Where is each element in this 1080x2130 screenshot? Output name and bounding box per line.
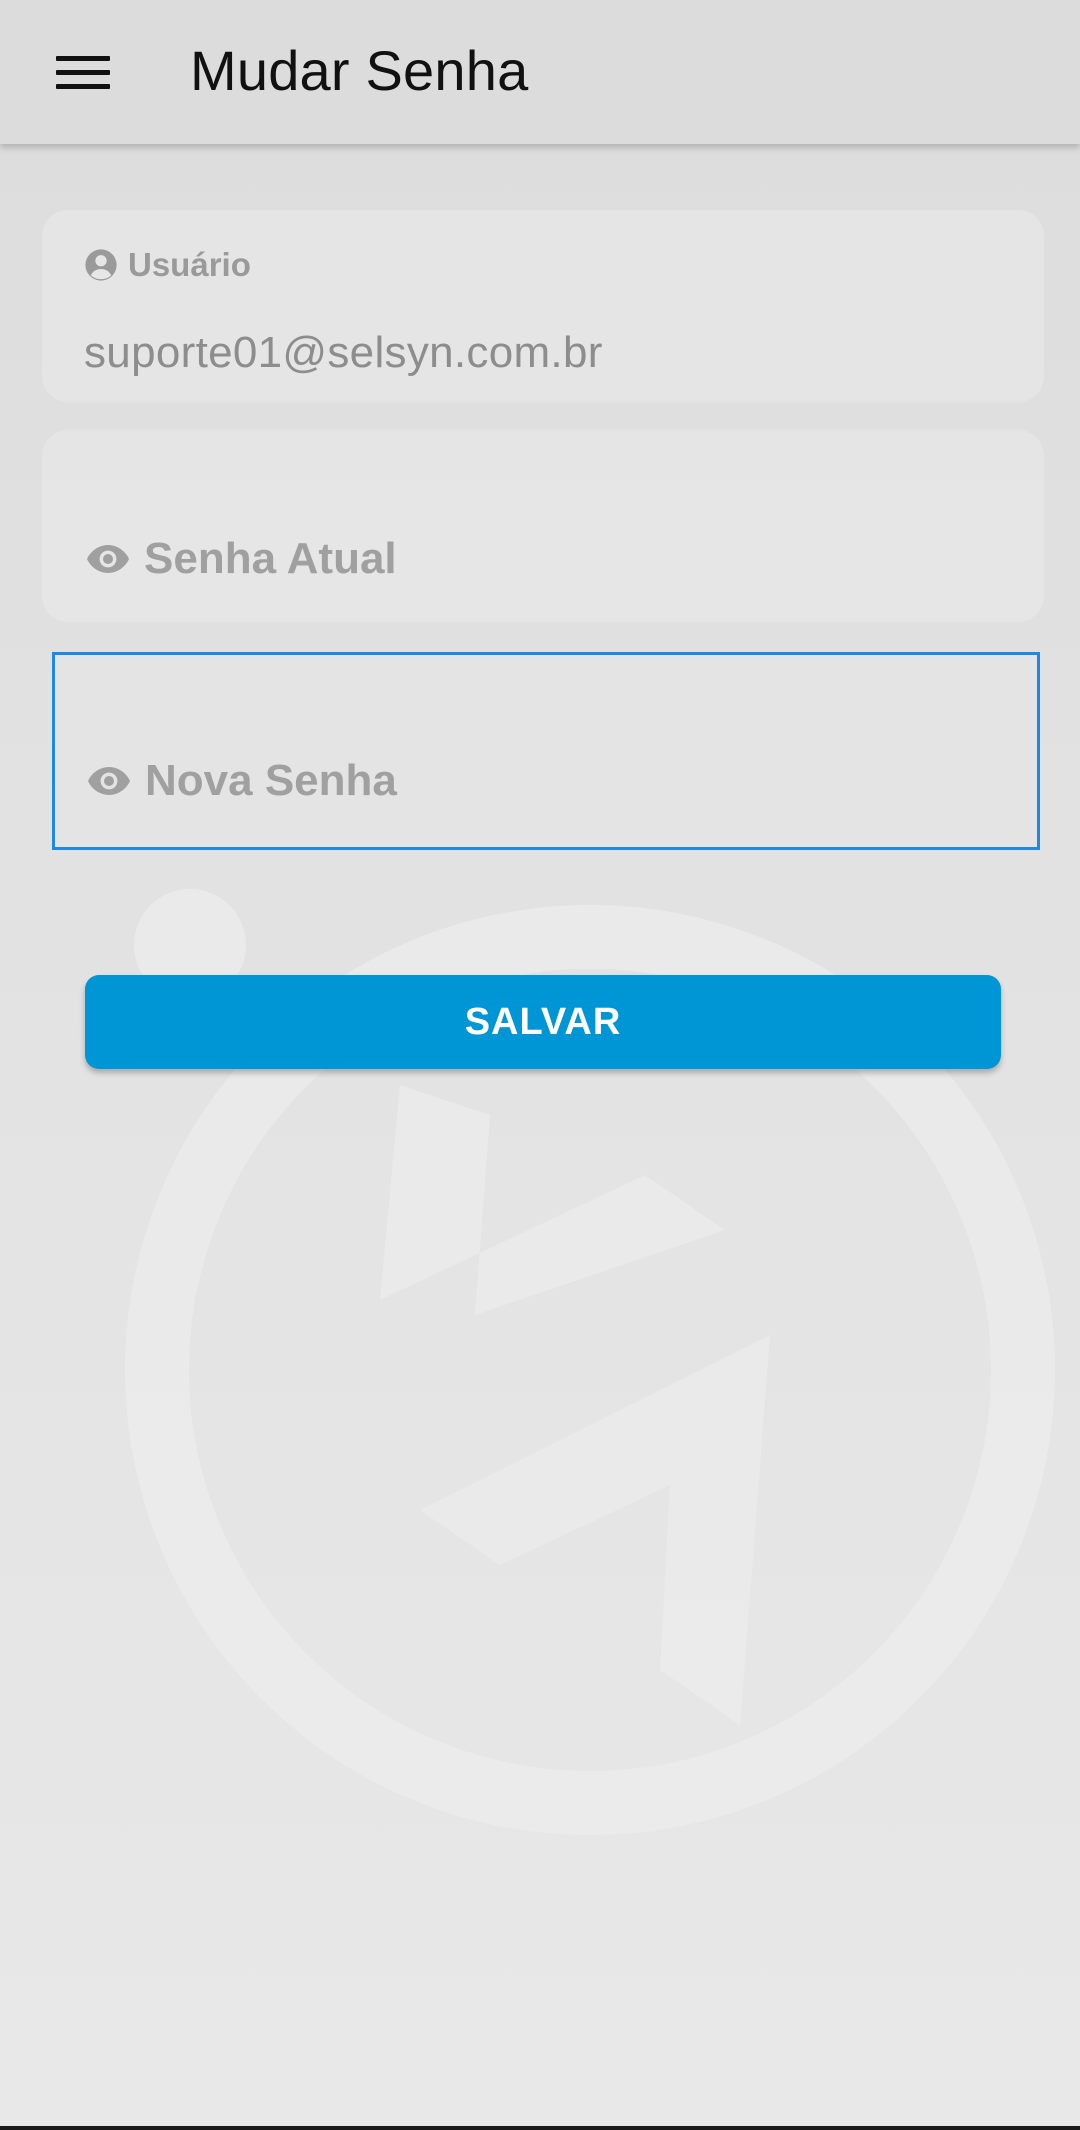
page-title: Mudar Senha — [190, 39, 529, 102]
current-password-placeholder-text: Senha Atual — [144, 534, 397, 583]
save-button[interactable]: SALVAR — [85, 975, 1001, 1069]
new-password-placeholder-text: Nova Senha — [145, 756, 397, 805]
new-password-placeholder: Nova Senha — [85, 756, 397, 806]
current-password-placeholder: Senha Atual — [84, 534, 397, 584]
hamburger-menu-icon[interactable] — [44, 44, 124, 100]
user-circle-icon — [85, 249, 117, 281]
user-email-value: suporte01@selsyn.com.br — [84, 328, 603, 377]
new-password-field[interactable]: Nova Senha — [52, 652, 1040, 850]
bottom-divider — [0, 2126, 1080, 2130]
user-field-label: Usuário — [84, 246, 251, 284]
eye-icon[interactable] — [84, 535, 132, 583]
user-label-text: Usuário — [128, 246, 251, 283]
app-bar: Mudar Senha — [0, 0, 1080, 144]
user-field: Usuário suporte01@selsyn.com.br — [42, 210, 1044, 402]
eye-icon[interactable] — [85, 757, 133, 805]
current-password-field[interactable]: Senha Atual — [42, 430, 1044, 622]
